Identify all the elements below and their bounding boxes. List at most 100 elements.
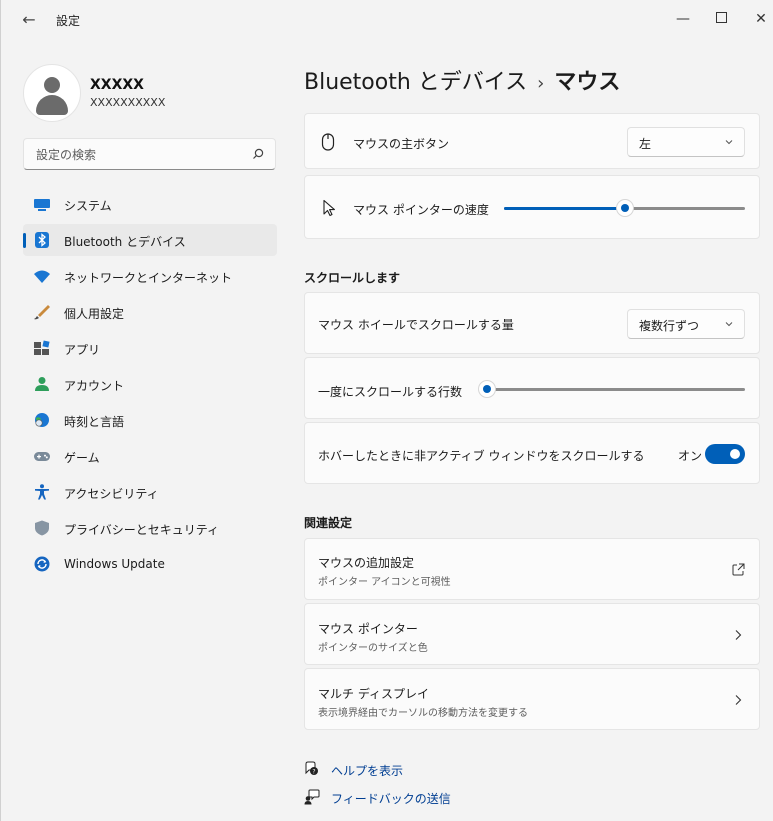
network-icon bbox=[34, 270, 50, 283]
dropdown-value: 左 bbox=[639, 137, 652, 151]
wheel-scroll-dropdown[interactable]: 複数行ずつ bbox=[627, 309, 745, 339]
sidebar-item-system[interactable]: システム bbox=[23, 188, 277, 220]
inactive-scroll-toggle[interactable] bbox=[705, 444, 745, 464]
primary-button-card: マウスの主ボタン 左 bbox=[304, 113, 760, 169]
sidebar-item-time-language[interactable]: 時刻と言語 bbox=[23, 404, 277, 436]
maximize-button[interactable] bbox=[701, 6, 741, 32]
chevron-down-icon bbox=[725, 322, 733, 327]
sidebar-nav: システム Bluetooth とデバイス ネットワークとインターネット 個人用設… bbox=[23, 188, 277, 584]
search-box bbox=[23, 138, 276, 170]
toggle-knob bbox=[730, 449, 740, 459]
sidebar-item-label: システム bbox=[64, 199, 112, 213]
active-indicator bbox=[23, 233, 26, 248]
sidebar-item-label: Bluetooth とデバイス bbox=[64, 235, 186, 249]
sidebar-item-network[interactable]: ネットワークとインターネット bbox=[23, 260, 277, 292]
pointer-speed-card: マウス ポインターの速度 bbox=[304, 175, 760, 239]
related-section-title: 関連設定 bbox=[304, 516, 353, 530]
related-item-title: マウス ポインター bbox=[318, 622, 418, 636]
feedback-icon bbox=[304, 789, 320, 805]
back-button[interactable]: ← bbox=[15, 8, 43, 32]
accessibility-icon bbox=[35, 484, 49, 500]
slider-fill bbox=[504, 207, 625, 210]
sidebar-item-windows-update[interactable]: Windows Update bbox=[23, 548, 277, 580]
sidebar-item-accounts[interactable]: アカウント bbox=[23, 368, 277, 400]
search-input[interactable] bbox=[34, 145, 248, 165]
sidebar-item-label: ゲーム bbox=[64, 451, 100, 465]
sidebar-item-label: アカウント bbox=[64, 379, 125, 393]
sidebar-item-label: ネットワークとインターネット bbox=[64, 271, 233, 285]
inactive-scroll-label: ホバーしたときに非アクティブ ウィンドウをスクロールする bbox=[318, 449, 645, 463]
slider-thumb[interactable] bbox=[615, 199, 634, 217]
sidebar-item-label: Windows Update bbox=[64, 557, 165, 571]
user-profile[interactable]: XXXXX XXXXXXXXXX bbox=[23, 64, 273, 124]
sidebar-item-bluetooth[interactable]: Bluetooth とデバイス bbox=[23, 224, 277, 256]
lines-per-scroll-card: 一度にスクロールする行数 bbox=[304, 357, 760, 419]
related-item-mouse-pointer[interactable]: マウス ポインター ポインターのサイズと色 bbox=[304, 603, 760, 665]
title-bar: ← 設定 — ✕ bbox=[1, 0, 773, 40]
profile-email: XXXXXXXXXX bbox=[90, 96, 166, 109]
inactive-scroll-card: ホバーしたときに非アクティブ ウィンドウをスクロールする オン bbox=[304, 422, 760, 484]
dropdown-value: 複数行ずつ bbox=[639, 319, 700, 333]
avatar-head bbox=[44, 77, 60, 93]
lines-per-scroll-slider[interactable] bbox=[477, 380, 745, 398]
maximize-icon bbox=[715, 12, 727, 23]
related-item-subtitle: ポインターのサイズと色 bbox=[318, 643, 428, 654]
toggle-state-label: オン bbox=[678, 449, 703, 463]
primary-button-label: マウスの主ボタン bbox=[353, 137, 450, 151]
related-item-title: マルチ ディスプレイ bbox=[318, 687, 429, 701]
time-language-icon bbox=[35, 413, 49, 427]
breadcrumb-separator: › bbox=[537, 73, 545, 94]
sidebar-item-label: 時刻と言語 bbox=[64, 415, 125, 429]
related-item-subtitle: ポインター アイコンと可視性 bbox=[318, 577, 451, 588]
avatar bbox=[23, 64, 81, 122]
mouse-icon bbox=[321, 133, 335, 151]
scroll-section-title: スクロールします bbox=[304, 271, 401, 285]
sidebar-item-apps[interactable]: アプリ bbox=[23, 332, 277, 364]
settings-window: ← 設定 — ✕ XXXXX XXXXXXXXXX システム bbox=[0, 0, 773, 821]
system-icon bbox=[34, 199, 50, 211]
related-item-additional-mouse[interactable]: マウスの追加設定 ポインター アイコンと可視性 bbox=[304, 538, 760, 600]
sidebar-item-gaming[interactable]: ゲーム bbox=[23, 440, 277, 472]
sidebar-item-label: アクセシビリティ bbox=[64, 487, 159, 501]
sidebar-item-label: 個人用設定 bbox=[64, 307, 125, 321]
help-icon: ? bbox=[305, 761, 318, 775]
pointer-icon bbox=[323, 199, 335, 217]
minimize-button[interactable]: — bbox=[663, 6, 703, 32]
wheel-scroll-card: マウス ホイールでスクロールする量 複数行ずつ bbox=[304, 292, 760, 354]
related-item-subtitle: 表示境界経由でカーソルの移動方法を変更する bbox=[318, 708, 528, 719]
lines-per-scroll-label: 一度にスクロールする行数 bbox=[318, 385, 463, 399]
sidebar-item-personalization[interactable]: 個人用設定 bbox=[23, 296, 277, 328]
slider-thumb[interactable] bbox=[477, 380, 496, 398]
primary-button-dropdown[interactable]: 左 bbox=[627, 127, 745, 157]
page-title: マウス bbox=[554, 70, 621, 95]
breadcrumb: Bluetooth とデバイス › マウス bbox=[304, 64, 620, 96]
related-item-multi-display[interactable]: マルチ ディスプレイ 表示境界経由でカーソルの移動方法を変更する bbox=[304, 668, 760, 730]
gaming-icon bbox=[34, 452, 50, 461]
window-title: 設定 bbox=[56, 14, 81, 28]
sidebar-item-privacy[interactable]: プライバシーとセキュリティ bbox=[23, 512, 277, 544]
profile-name: XXXXX bbox=[90, 77, 144, 93]
wheel-scroll-label: マウス ホイールでスクロールする量 bbox=[318, 318, 514, 332]
sidebar-item-label: プライバシーとセキュリティ bbox=[64, 523, 220, 537]
close-button[interactable]: ✕ bbox=[741, 6, 773, 32]
avatar-shoulders bbox=[36, 95, 68, 115]
chevron-right-icon bbox=[735, 630, 742, 640]
personalization-icon bbox=[34, 305, 50, 320]
related-item-title: マウスの追加設定 bbox=[318, 556, 415, 570]
privacy-icon bbox=[35, 520, 49, 536]
sidebar-item-accessibility[interactable]: アクセシビリティ bbox=[23, 476, 277, 508]
pointer-speed-label: マウス ポインターの速度 bbox=[353, 203, 489, 217]
bluetooth-icon bbox=[35, 232, 49, 248]
chevron-right-icon bbox=[735, 695, 742, 705]
chevron-down-icon bbox=[725, 140, 733, 145]
svg-text:?: ? bbox=[312, 768, 315, 775]
sidebar-item-label: アプリ bbox=[64, 343, 101, 357]
pointer-speed-slider[interactable] bbox=[504, 199, 745, 217]
windows-update-icon bbox=[34, 556, 50, 572]
breadcrumb-parent[interactable]: Bluetooth とデバイス bbox=[304, 70, 527, 95]
search-icon[interactable] bbox=[251, 147, 265, 161]
feedback-link-text[interactable]: フィードバックの送信 bbox=[331, 790, 451, 807]
accounts-icon bbox=[35, 377, 49, 391]
apps-icon bbox=[34, 340, 50, 355]
help-link-text[interactable]: ヘルプを表示 bbox=[331, 762, 403, 779]
